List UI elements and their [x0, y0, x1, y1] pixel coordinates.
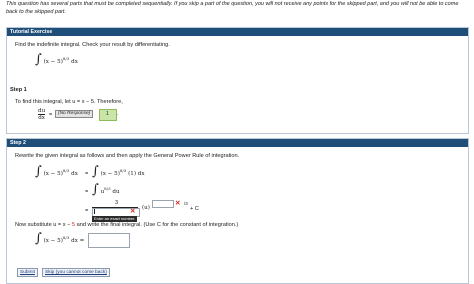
final-dx: dx = — [71, 238, 85, 244]
du-dx-fraction: du dx — [38, 108, 46, 121]
dx-label: dx — [38, 114, 46, 121]
substitute-red-value: 5 — [71, 222, 76, 228]
tutorial-dx: dx — [71, 59, 78, 65]
integral-sign-icon: ∫ — [92, 164, 99, 179]
paren-u: (u) — [142, 205, 150, 211]
final-integrand: (x − 5) — [43, 238, 63, 244]
substitute-text: Now substitute u = x − 5 and write the f… — [15, 222, 238, 228]
line2-exponent: 8/3 — [104, 186, 111, 192]
final-answer-input[interactable] — [88, 233, 130, 248]
integral-sign-icon: ∫ — [35, 52, 42, 67]
line1-left-integrand: (x − 5) — [43, 171, 63, 177]
final-integral: ∫ (x − 5)8/3 dx = — [35, 232, 84, 245]
step2-text: Rewrite the given integral as follows an… — [15, 153, 240, 159]
integral-sign-icon: ∫ — [35, 164, 42, 179]
text-cursor — [94, 209, 95, 214]
step2-line2: ∫ u8/3 du — [92, 183, 120, 196]
fraction-numerator: 3 — [115, 200, 119, 206]
exponent-input[interactable] — [152, 200, 174, 208]
substitute-text-b: and write the final integral. (Use C for… — [76, 222, 239, 228]
step2-header: Step 2 — [7, 139, 468, 147]
step2-line1-right: ∫ (x − 5)8/3 (1) dx — [92, 165, 145, 178]
incorrect-x-icon: ✕ — [130, 208, 136, 215]
step1-correct-value: 1 — [106, 111, 109, 117]
submit-button[interactable]: Submit — [17, 268, 38, 277]
tutorial-exponent: 8/3 — [62, 56, 70, 62]
line1-right-integrand: (x − 5) — [100, 171, 120, 177]
integral-sign-icon: ∫ — [92, 182, 99, 197]
line1-right-exponent: 8/3 — [119, 168, 127, 174]
tutorial-integral: ∫ (x − 5)8/3 dx — [35, 53, 78, 66]
step1-equals: = — [49, 112, 53, 118]
step2-line2-eq: = — [85, 189, 89, 195]
plus-c: + C — [190, 206, 199, 212]
substitute-text-a: Now substitute u = x − — [15, 222, 71, 228]
tutorial-integrand: (x − 5) — [43, 59, 63, 65]
step2-line3-eq: = — [85, 208, 89, 214]
tutorial-prompt: Find the indefinite integral. Check your… — [15, 42, 170, 48]
line1-left-dx: dx — [71, 171, 78, 177]
incorrect-x-icon: ✕ — [175, 200, 181, 207]
step1-label: Step 1 — [10, 87, 27, 93]
step1-text: To find this integral, let u = x − 5. Th… — [15, 99, 123, 105]
step1-period: . — [117, 111, 119, 117]
skip-button[interactable]: Skip (you cannot come back) — [42, 268, 110, 277]
step1-response-field[interactable]: (No Response) — [55, 110, 94, 118]
line1-right-tail: (1) dx — [128, 171, 145, 177]
tutorial-header: Tutorial Exercise — [7, 28, 468, 36]
step2-panel: Step 2 — [6, 138, 469, 284]
line1-left-exponent: 8/3 — [62, 168, 70, 174]
step2-line1-left: ∫ (x − 5)8/3 dx — [35, 165, 78, 178]
exponent-denominator: /3 — [184, 201, 188, 206]
final-exponent: 8/3 — [62, 235, 70, 241]
integral-sign-icon: ∫ — [35, 231, 42, 246]
step2-line1-eq: = — [85, 171, 89, 177]
line2-du: du — [112, 189, 120, 195]
sequential-notice: This question has several parts that mus… — [6, 1, 459, 15]
du-label: du — [38, 108, 46, 114]
